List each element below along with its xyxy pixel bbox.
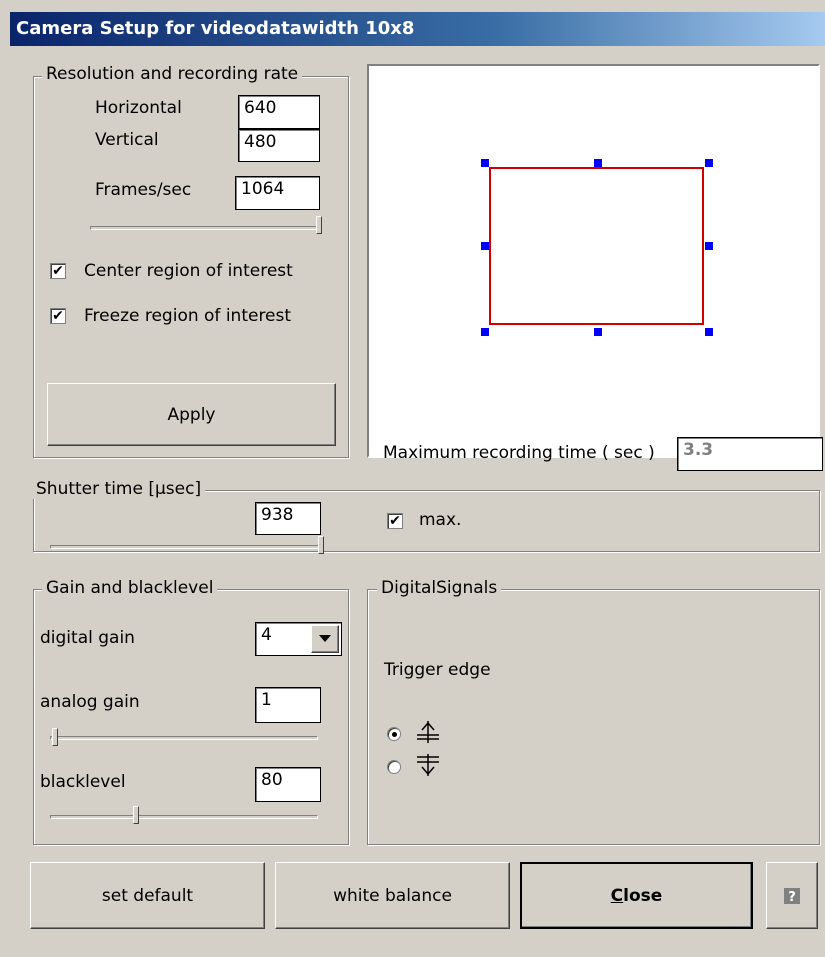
roi-handle-bottom-right [705,328,713,336]
blacklevel-slider-thumb[interactable] [133,806,140,824]
max-checkbox[interactable]: ✔ [387,513,403,529]
trigger-edge-label: Trigger edge [384,660,491,680]
close-accel: C [610,885,624,906]
gain-legend: Gain and blacklevel [42,578,218,598]
analog-gain-slider-track[interactable] [50,736,318,740]
blacklevel-label: blacklevel [40,772,126,792]
roi-rectangle [489,167,704,325]
roi-handle-mid-right [705,242,713,250]
center-roi-label[interactable]: Center region of interest [84,261,293,281]
blacklevel-field[interactable]: 80 [255,767,321,802]
analog-gain-slider-thumb[interactable] [52,728,58,746]
roi-handle-bottom-center [594,328,602,336]
falling-edge-icon [415,752,441,785]
digital-gain-dropdown-button[interactable] [311,625,339,653]
roi-handle-top-right [705,159,713,167]
blacklevel-slider-track[interactable] [50,815,318,819]
roi-preview-panel[interactable] [367,64,820,458]
help-icon: ? [784,887,800,904]
resolution-legend: Resolution and recording rate [42,64,303,84]
digital-signals-legend: DigitalSignals [377,578,502,598]
close-button-label: Close [611,886,663,906]
shutter-legend: Shutter time [µsec] [32,479,206,499]
max-recording-field: 3.3 [677,437,823,471]
help-button[interactable]: ? [766,862,818,929]
shutter-slider-thumb[interactable] [318,536,324,554]
fps-label: Frames/sec [95,180,192,200]
rising-edge-radio[interactable] [387,727,401,741]
max-label[interactable]: max. [419,510,461,530]
shutter-slider-track[interactable] [50,545,324,549]
fps-slider-thumb[interactable] [316,216,322,234]
shutter-field[interactable]: 938 [255,502,321,535]
window-title: Camera Setup for videodatawidth 10x8 [16,18,415,39]
analog-gain-field[interactable]: 1 [255,687,321,723]
white-balance-button[interactable]: white balance [275,862,510,929]
fps-field[interactable]: 1064 [235,176,320,210]
max-recording-label: Maximum recording time ( sec ) [383,443,655,463]
digital-gain-label: digital gain [40,628,135,648]
close-rest: lose [623,885,663,906]
horizontal-label: Horizontal [95,98,182,118]
roi-preview [481,159,713,336]
set-default-button[interactable]: set default [30,862,265,929]
roi-handle-top-center [594,159,602,167]
horizontal-field[interactable]: 640 [238,95,320,129]
center-roi-checkbox[interactable]: ✔ [50,263,66,279]
rising-edge-icon [415,717,441,750]
roi-handle-mid-left [481,242,489,250]
falling-edge-radio[interactable] [387,760,401,774]
apply-button[interactable]: Apply [47,383,336,446]
vertical-field[interactable]: 480 [238,129,320,162]
roi-handle-top-left [481,159,489,167]
vertical-label: Vertical [95,130,159,150]
close-button[interactable]: Close [520,862,753,929]
svg-text:?: ? [788,890,796,904]
digital-gain-value: 4 [261,625,272,645]
freeze-roi-checkbox[interactable]: ✔ [50,308,66,324]
chevron-down-icon [319,635,331,642]
roi-handle-bottom-left [481,328,489,336]
fps-slider-track[interactable] [90,226,322,230]
analog-gain-label: analog gain [40,692,140,712]
title-bar: Camera Setup for videodatawidth 10x8 [10,12,825,46]
freeze-roi-label[interactable]: Freeze region of interest [84,306,291,326]
